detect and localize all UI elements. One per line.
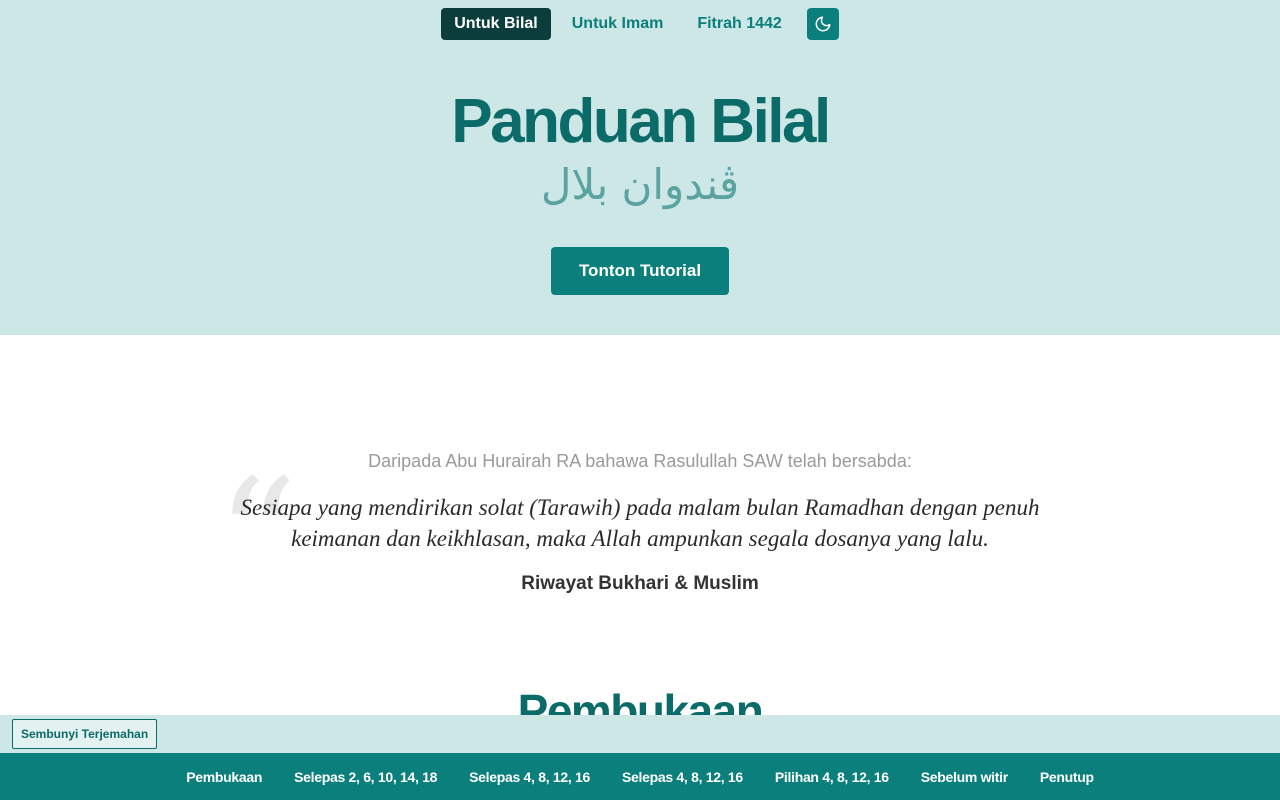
page-title: Panduan Bilal <box>451 87 831 156</box>
hadith-quote: Sesiapa yang mendirikan solat (Tarawih) … <box>240 495 1040 551</box>
bottom-nav-pilihan[interactable]: Pilihan 4, 8, 12, 16 <box>759 769 905 785</box>
top-nav: Untuk Bilal Untuk Imam Fitrah 1442 <box>0 8 1280 40</box>
bottom-nav-sebelum-witir[interactable]: Sebelum witir <box>905 769 1024 785</box>
page-title-arabic: ڤندوان بلال <box>540 160 740 209</box>
tab-untuk-imam[interactable]: Untuk Imam <box>559 8 677 40</box>
bottom-nav-penutup[interactable]: Penutup <box>1024 769 1110 785</box>
bottom-nav-selepas-2[interactable]: Selepas 2, 6, 10, 14, 18 <box>278 769 453 785</box>
translation-bar: Sembunyi Terjemahan <box>0 715 1280 753</box>
bottom-nav-pembukaan[interactable]: Pembukaan <box>170 769 278 785</box>
bottom-nav: Pembukaan Selepas 2, 6, 10, 14, 18 Selep… <box>0 753 1280 800</box>
quote-source: Riwayat Bukhari & Muslim <box>521 573 759 594</box>
tab-fitrah[interactable]: Fitrah 1442 <box>684 8 794 40</box>
quote-intro: Daripada Abu Hurairah RA bahawa Rasulull… <box>368 451 912 471</box>
theme-toggle-button[interactable] <box>806 8 839 40</box>
bottom-nav-selepas-4[interactable]: Selepas 4, 8, 12, 16 <box>453 769 606 785</box>
hide-translation-button[interactable]: Sembunyi Terjemahan <box>12 719 158 749</box>
tab-untuk-bilal[interactable]: Untuk Bilal <box>441 8 551 40</box>
hero-section: Untuk Bilal Untuk Imam Fitrah 1442 Pandu… <box>0 0 1280 335</box>
watch-tutorial-button[interactable]: Tonton Tutorial <box>551 247 729 295</box>
bottom-nav-selepas-4-alt[interactable]: Selepas 4, 8, 12, 16 <box>606 769 759 785</box>
moon-icon <box>815 16 831 32</box>
